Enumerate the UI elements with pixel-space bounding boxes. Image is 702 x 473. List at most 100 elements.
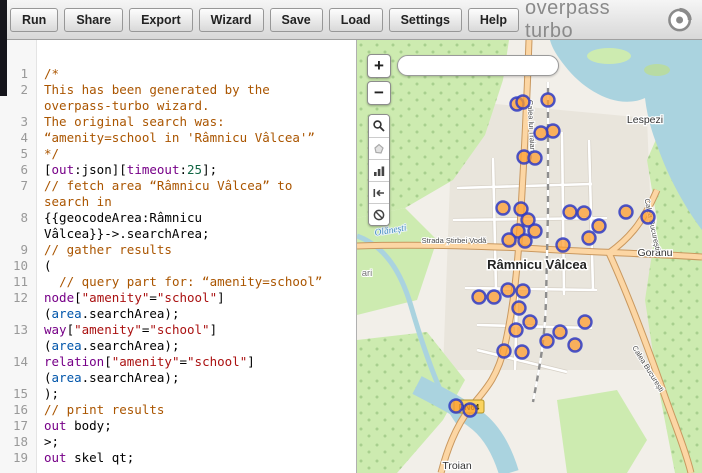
code-line[interactable]: 16// print results (0, 402, 356, 418)
code-text: // fetch area “Râmnicu Vâlcea” to search… (36, 178, 356, 210)
line-number: 6 (0, 162, 36, 178)
toolbar-button-share[interactable]: Share (64, 8, 123, 32)
code-line[interactable]: 19out skel qt; (0, 450, 356, 466)
toolbar-button-help[interactable]: Help (468, 8, 519, 32)
code-text: relation["amenity"="school"](area.search… (36, 354, 356, 386)
code-text: The original search was: (36, 114, 356, 130)
poi-marker[interactable] (554, 326, 567, 339)
toolbar-button-save[interactable]: Save (270, 8, 323, 32)
magnifier-icon (372, 119, 386, 133)
code-line[interactable]: 5*/ (0, 146, 356, 162)
code-lines: 1/*2This has been generated by the overp… (0, 66, 356, 466)
poi-marker[interactable] (529, 225, 542, 238)
poi-marker[interactable] (503, 234, 516, 247)
line-number: 13 (0, 322, 36, 354)
map-locate-button[interactable] (369, 137, 389, 159)
line-number: 12 (0, 290, 36, 322)
poi-marker[interactable] (583, 232, 596, 245)
line-number: 7 (0, 178, 36, 210)
line-number: 19 (0, 450, 36, 466)
map-stats-button[interactable] (369, 159, 389, 181)
poi-marker[interactable] (620, 206, 633, 219)
line-number: 11 (0, 274, 36, 290)
poi-marker[interactable] (450, 400, 463, 413)
toolbar-buttons: RunShareExportWizardSaveLoadSettingsHelp (10, 8, 525, 32)
poi-marker[interactable] (516, 346, 529, 359)
code-text: >; (36, 434, 356, 450)
poi-marker[interactable] (564, 206, 577, 219)
zoom-in-button[interactable]: + (367, 54, 391, 78)
code-line[interactable]: 14 relation["amenity"="school"](area.sea… (0, 354, 356, 386)
code-editor[interactable]: 1/*2This has been generated by the overp… (0, 40, 357, 473)
toolbar-button-settings[interactable]: Settings (389, 8, 462, 32)
poi-marker[interactable] (498, 345, 511, 358)
code-line[interactable]: 4“amenity=school in 'Râmnicu Vâlcea'” (0, 130, 356, 146)
poi-marker[interactable] (579, 316, 592, 329)
map-tool-stack (368, 114, 390, 226)
code-line[interactable]: 10( (0, 258, 356, 274)
poi-marker[interactable] (569, 339, 582, 352)
code-text: ); (36, 386, 356, 402)
map-tiles: Râmnicu VâlceaGoranuLespeziOlăneștiariTr… (357, 40, 702, 473)
code-line[interactable]: 3The original search was: (0, 114, 356, 130)
map-canvas[interactable]: Râmnicu VâlceaGoranuLespeziOlăneștiariTr… (357, 40, 702, 473)
poi-marker[interactable] (542, 94, 555, 107)
toolbar-button-run[interactable]: Run (10, 8, 58, 32)
poi-marker[interactable] (473, 291, 486, 304)
code-line[interactable]: 17out body; (0, 418, 356, 434)
code-line[interactable]: 13 way["amenity"="school"](area.searchAr… (0, 322, 356, 354)
poi-marker[interactable] (541, 335, 554, 348)
poi-marker[interactable] (529, 152, 542, 165)
poi-marker[interactable] (578, 207, 591, 220)
map-label: Strada Știrbei Vodă (422, 236, 487, 245)
line-number: 15 (0, 386, 36, 402)
zoom-out-button[interactable]: − (367, 81, 391, 105)
poi-marker[interactable] (497, 202, 510, 215)
poi-marker[interactable] (513, 302, 526, 315)
poi-marker[interactable] (519, 235, 532, 248)
poi-marker[interactable] (510, 324, 523, 337)
code-text: /* (36, 66, 356, 82)
map-search-input[interactable] (397, 55, 559, 76)
poi-marker[interactable] (535, 127, 548, 140)
code-text: out body; (36, 418, 356, 434)
toolbar-button-load[interactable]: Load (329, 8, 383, 32)
poi-marker[interactable] (464, 404, 477, 417)
code-line[interactable]: 9// gather results (0, 242, 356, 258)
code-text: This has been generated by the overpass-… (36, 82, 356, 114)
line-number: 9 (0, 242, 36, 258)
poi-marker[interactable] (547, 125, 560, 138)
code-line[interactable]: 6[out:json][timeout:25]; (0, 162, 356, 178)
code-text: [out:json][timeout:25]; (36, 162, 356, 178)
map-label: ari (362, 268, 373, 279)
poi-marker[interactable] (593, 220, 606, 233)
code-text: “amenity=school in 'Râmnicu Vâlcea'” (36, 130, 356, 146)
map-clear-button[interactable] (369, 203, 389, 225)
code-line[interactable]: 7// fetch area “Râmnicu Vâlcea” to searc… (0, 178, 356, 210)
blob-icon (372, 142, 386, 156)
map-label: Troian (442, 460, 472, 472)
toolbar-button-wizard[interactable]: Wizard (199, 8, 264, 32)
code-text: {{geocodeArea:Râmnicu Vâlcea}}->.searchA… (36, 210, 356, 242)
poi-marker[interactable] (557, 239, 570, 252)
poi-marker[interactable] (524, 316, 537, 329)
code-text: ( (36, 258, 356, 274)
line-number: 16 (0, 402, 36, 418)
code-line[interactable]: 1/* (0, 66, 356, 82)
poi-marker[interactable] (642, 211, 655, 224)
poi-marker[interactable] (502, 284, 515, 297)
poi-marker[interactable] (488, 291, 501, 304)
overpass-turbo-app: RunShareExportWizardSaveLoadSettingsHelp… (0, 0, 702, 473)
code-line[interactable]: 15); (0, 386, 356, 402)
code-line[interactable]: 11 // query part for: “amenity=school” (0, 274, 356, 290)
map-collapse-button[interactable] (369, 181, 389, 203)
poi-marker[interactable] (517, 285, 530, 298)
map-search-button[interactable] (369, 115, 389, 137)
code-line[interactable]: 12 node["amenity"="school"](area.searchA… (0, 290, 356, 322)
code-line[interactable]: 2This has been generated by the overpass… (0, 82, 356, 114)
overpass-turbo-logo-icon (667, 7, 692, 33)
toolbar-button-export[interactable]: Export (129, 8, 193, 32)
code-line[interactable]: 8{{geocodeArea:Râmnicu Vâlcea}}->.search… (0, 210, 356, 242)
code-line[interactable]: 18>; (0, 434, 356, 450)
poi-marker[interactable] (517, 96, 530, 109)
